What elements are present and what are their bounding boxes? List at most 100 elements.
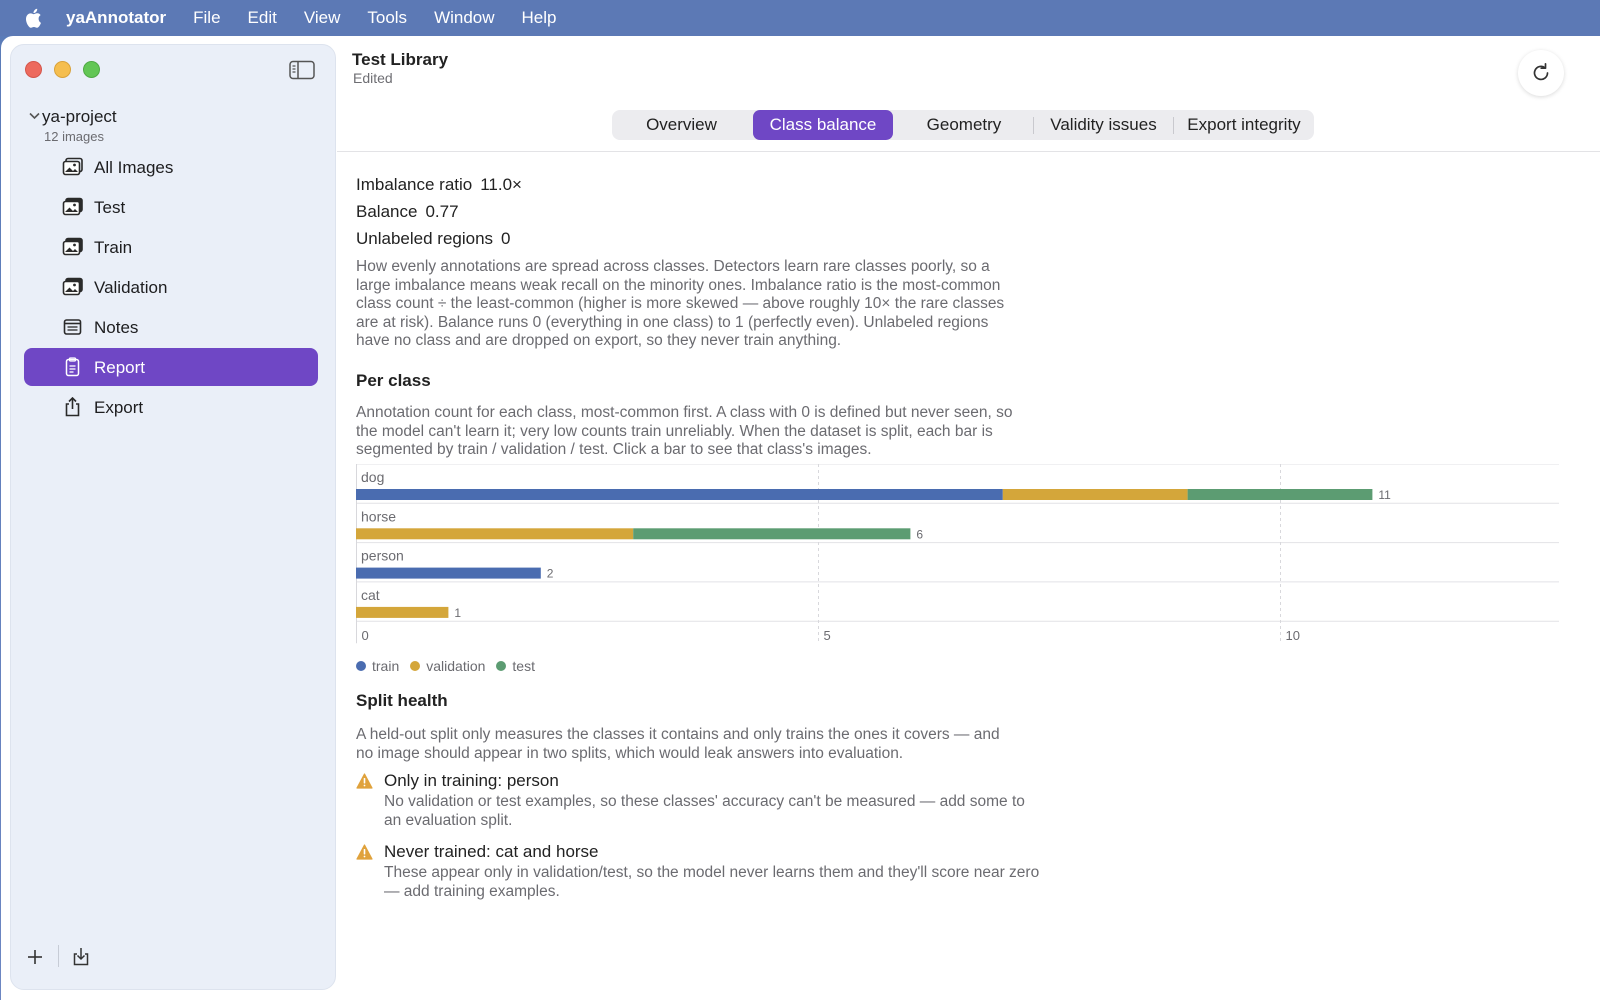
bar-total-label: 11 [1378,488,1391,502]
photo-stack-icon [62,197,83,216]
per-class-description: Annotation count for each class, most-co… [356,404,1013,459]
header-divider [337,151,1600,152]
sidebar-item-all-images[interactable]: All Images [24,148,318,186]
add-icon[interactable] [25,947,45,967]
menu-bar: yaAnnotator File Edit View Tools Window … [0,0,1600,36]
tab-class-balance[interactable]: Class balance [753,110,893,140]
per-class-chart: 0 5 10 dog 11 horse 6 person 2 cat 1 [356,464,1584,716]
stat-balance: Balance 0.77 [356,202,459,222]
menu-help[interactable]: Help [522,8,557,28]
bar-total-label: 2 [547,567,554,581]
stat-value: 11.0× [480,175,522,194]
photo-stack-icon [62,157,83,176]
menu-app-name[interactable]: yaAnnotator [66,8,166,28]
sidebar-item-report[interactable]: Report [24,348,318,386]
main-content: Test Library Edited Overview Class balan… [337,36,1600,1000]
sidebar-item-label: Test [94,198,126,217]
import-icon[interactable] [71,945,91,967]
menu-view[interactable]: View [304,8,341,28]
sidebar-item-train[interactable]: Train [24,228,318,266]
bar-total-label: 6 [916,527,923,541]
menu-tools[interactable]: Tools [367,8,407,28]
tab-overview[interactable]: Overview [612,110,751,140]
sidebar-item-label: Train [94,238,133,257]
bar-segment-validation[interactable] [1002,489,1188,500]
bar-total-label: 1 [454,606,461,620]
category-label: person [361,548,404,564]
tab-export-integrity[interactable]: Export integrity [1174,110,1314,140]
tab-validity-issues[interactable]: Validity issues [1034,110,1173,140]
minimize-window-button[interactable] [54,61,71,78]
page-title: Test Library [352,50,449,69]
sidebar-item-label: Report [94,358,146,377]
bar-segment-validation[interactable] [356,606,449,618]
project-name: ya-project [42,107,117,126]
sidebar-item-notes[interactable]: Notes [24,308,318,346]
legend-item-validation: validation [410,658,485,674]
warning-title: Never trained: cat and horse [384,842,599,861]
legend-label: validation [426,658,486,674]
stat-label: Unlabeled regions [356,229,494,248]
photo-stack-icon [62,237,83,256]
legend-item-train: train [356,658,399,674]
menu-edit[interactable]: Edit [248,8,277,28]
warning-title: Only in training: person [384,771,559,790]
per-class-bar-chart: 0 5 10 dog 11 horse 6 person 2 cat 1 [356,464,1559,643]
x-tick-label: 0 [362,628,369,643]
warning-detail: No validation or test examples, so these… [384,793,1025,829]
tab-bar: Overview Class balance Geometry Validity… [612,110,1314,140]
bar-segment-validation[interactable] [356,528,634,540]
sidebar: ya-project 12 images All Images Test Tra… [10,44,336,990]
stat-value: 0.77 [425,202,459,221]
sidebar-item-label: Notes [94,318,139,337]
legend-swatch-validation [410,661,421,671]
project-image-count: 12 images [44,129,104,144]
warning-icon [356,773,373,789]
refresh-button[interactable] [1518,50,1564,96]
refresh-icon [1533,62,1549,81]
legend-label: test [512,658,535,674]
warning-detail: These appear only in validation/test, so… [384,864,1040,900]
sidebar-toggle-icon[interactable] [289,60,315,80]
sidebar-nav: All Images Test Train Validation Notes R… [24,148,318,428]
sidebar-item-label: All Images [94,158,174,177]
bar-segment-test[interactable] [1187,489,1373,500]
menu-file[interactable]: File [193,8,220,28]
app-window: ya-project 12 images All Images Test Tra… [1,36,1600,1000]
bar-segment-test[interactable] [633,528,911,540]
category-label: dog [361,469,384,485]
stat-label: Balance [356,202,418,221]
sidebar-item-export[interactable]: Export [24,388,318,426]
page-subtitle: Edited [353,70,393,86]
stat-value: 0 [501,229,511,248]
per-class-heading: Per class [356,371,431,390]
chevron-down-icon[interactable] [29,112,40,120]
stat-label: Imbalance ratio [356,175,473,194]
stat-unlabeled-regions: Unlabeled regions 0 [356,229,511,249]
zoom-window-button[interactable] [83,61,100,78]
legend-swatch-test [496,661,507,671]
sidebar-item-label: Validation [94,278,168,297]
x-tick-label: 10 [1286,628,1300,643]
toolbar-divider [58,945,59,967]
share-icon [65,397,80,417]
sidebar-item-validation[interactable]: Validation [24,268,318,306]
sidebar-item-label: Export [94,398,144,417]
clipboard-icon [65,357,80,377]
notes-icon [63,319,82,335]
legend-swatch-train [356,661,366,671]
sidebar-item-test[interactable]: Test [24,188,318,226]
bar-segment-train[interactable] [356,567,541,579]
apple-menu-icon[interactable] [0,8,66,28]
photo-stack-icon [62,277,83,296]
x-tick-label: 5 [824,628,831,643]
warning-icon [356,844,373,860]
stat-imbalance-ratio: Imbalance ratio 11.0× [356,175,522,195]
tab-geometry[interactable]: Geometry [895,110,1033,140]
legend-item-test: test [496,658,535,674]
bar-segment-train[interactable] [356,489,1003,500]
category-label: horse [361,508,396,524]
close-window-button[interactable] [25,61,42,78]
legend-label: train [372,658,400,674]
menu-window[interactable]: Window [434,8,494,28]
